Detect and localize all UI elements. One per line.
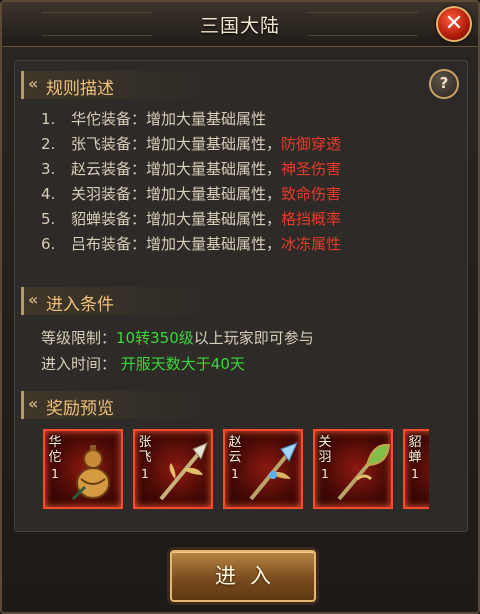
reward-name: 赵云 [228, 435, 242, 465]
gourd-icon [71, 445, 110, 501]
rewards-header: « 奖励预览 [21, 391, 224, 419]
rule-number: 5. [41, 210, 56, 228]
rule-number: 2. [41, 135, 56, 153]
reward-level: 1 [231, 467, 239, 481]
reward-item-diaochan[interactable]: 貂蝉 1 [403, 429, 429, 509]
rule-number: 6. [41, 235, 56, 253]
rule-attribute: 冰冻属性 [281, 235, 342, 253]
rule-number: 1. [41, 110, 56, 128]
rule-item: 4. 关羽装备：增加大量基础属性，致命伤害 [41, 182, 461, 207]
weapon-icon [423, 439, 429, 505]
reward-name: 张飞 [138, 435, 152, 465]
rule-item: 1. 华佗装备：增加大量基础属性 [41, 107, 461, 132]
rule-item: 3. 赵云装备：增加大量基础属性，神圣伤害 [41, 157, 461, 182]
content-panel: ? « 规则描述 1. 华佗装备：增加大量基础属性 2. 张飞装备：增加大量基础属性… [14, 60, 468, 532]
rule-attribute: 防御穿透 [281, 135, 342, 153]
rule-item: 5. 貂蝉装备：增加大量基础属性，格挡概率 [41, 207, 461, 232]
rule-text: 华佗装备：增加大量基础属性 [71, 110, 267, 128]
rules-list: 1. 华佗装备：增加大量基础属性 2. 张飞装备：增加大量基础属性，防御穿透 3. 赵… [41, 107, 461, 257]
rule-attribute: 致命伤害 [281, 185, 342, 203]
reward-level: 1 [141, 467, 149, 481]
rule-text: 吕布装备：增加大量基础属性， [71, 235, 282, 253]
conditions-header: « 进入条件 [21, 287, 224, 315]
rule-text: 貂蝉装备：增加大量基础属性， [71, 210, 282, 228]
reward-name: 华佗 [48, 435, 62, 465]
rule-number: 4. [41, 185, 56, 203]
window-title: 三国大陆 [199, 15, 280, 37]
reward-level: 1 [51, 467, 59, 481]
rule-attribute: 神圣伤害 [281, 160, 342, 178]
level-suffix: 以上玩家即可参与 [193, 329, 314, 347]
reward-item-zhangfei[interactable]: 张飞 1 [133, 429, 213, 509]
close-icon: ✕ [444, 11, 464, 36]
chevron-icon: « [28, 74, 39, 93]
reward-name: 关羽 [318, 435, 332, 465]
rewards-strip: 华佗 1 张飞 1 赵云 1 关羽 1 貂蝉 1 [43, 429, 429, 513]
rule-number: 3. [41, 160, 56, 178]
title-bar: 三国大陆 ✕ [2, 2, 478, 47]
chevron-icon: « [28, 290, 39, 309]
close-button[interactable]: ✕ [436, 6, 472, 42]
conditions-header-label: 进入条件 [46, 295, 114, 315]
rule-attribute: 格挡概率 [281, 210, 342, 228]
spear-icon [249, 442, 298, 501]
rewards-header-label: 奖励预览 [46, 399, 114, 419]
rules-header: « 规则描述 [21, 71, 224, 99]
rule-text: 关羽装备：增加大量基础属性， [71, 185, 282, 203]
rule-text: 张飞装备：增加大量基础属性， [71, 135, 282, 153]
level-value: 10转350级 [116, 329, 194, 347]
chevron-icon: « [28, 394, 39, 413]
rule-text: 赵云装备：增加大量基础属性， [71, 160, 282, 178]
reward-item-guanyu[interactable]: 关羽 1 [313, 429, 393, 509]
reward-name: 貂蝉 [408, 435, 422, 465]
dialog-window: 三国大陆 ✕ ? « 规则描述 1. 华佗装备：增加大量基础属性 2. 张飞装备：增… [0, 0, 480, 614]
level-requirement: 等级限制：10转350级以上玩家即可参与 [41, 327, 314, 348]
enter-button[interactable]: 进入 [170, 550, 316, 602]
reward-level: 1 [321, 467, 329, 481]
time-value: 开服天数大于40天 [120, 355, 245, 373]
level-label: 等级限制： [41, 329, 117, 347]
rule-item: 6. 吕布装备：增加大量基础属性，冰冻属性 [41, 232, 461, 257]
rules-header-label: 规则描述 [46, 79, 114, 99]
spear-icon [159, 442, 208, 501]
rule-item: 2. 张飞装备：增加大量基础属性，防御穿透 [41, 132, 461, 157]
reward-item-huatuo[interactable]: 华佗 1 [43, 429, 123, 509]
entry-time: 进入时间： 开服天数大于40天 [41, 353, 245, 374]
reward-level: 1 [411, 467, 419, 481]
time-label: 进入时间： [41, 355, 117, 373]
glaive-icon [337, 443, 391, 501]
help-button[interactable]: ? [429, 69, 459, 99]
question-icon: ? [439, 74, 449, 92]
reward-item-zhaoyun[interactable]: 赵云 1 [223, 429, 303, 509]
